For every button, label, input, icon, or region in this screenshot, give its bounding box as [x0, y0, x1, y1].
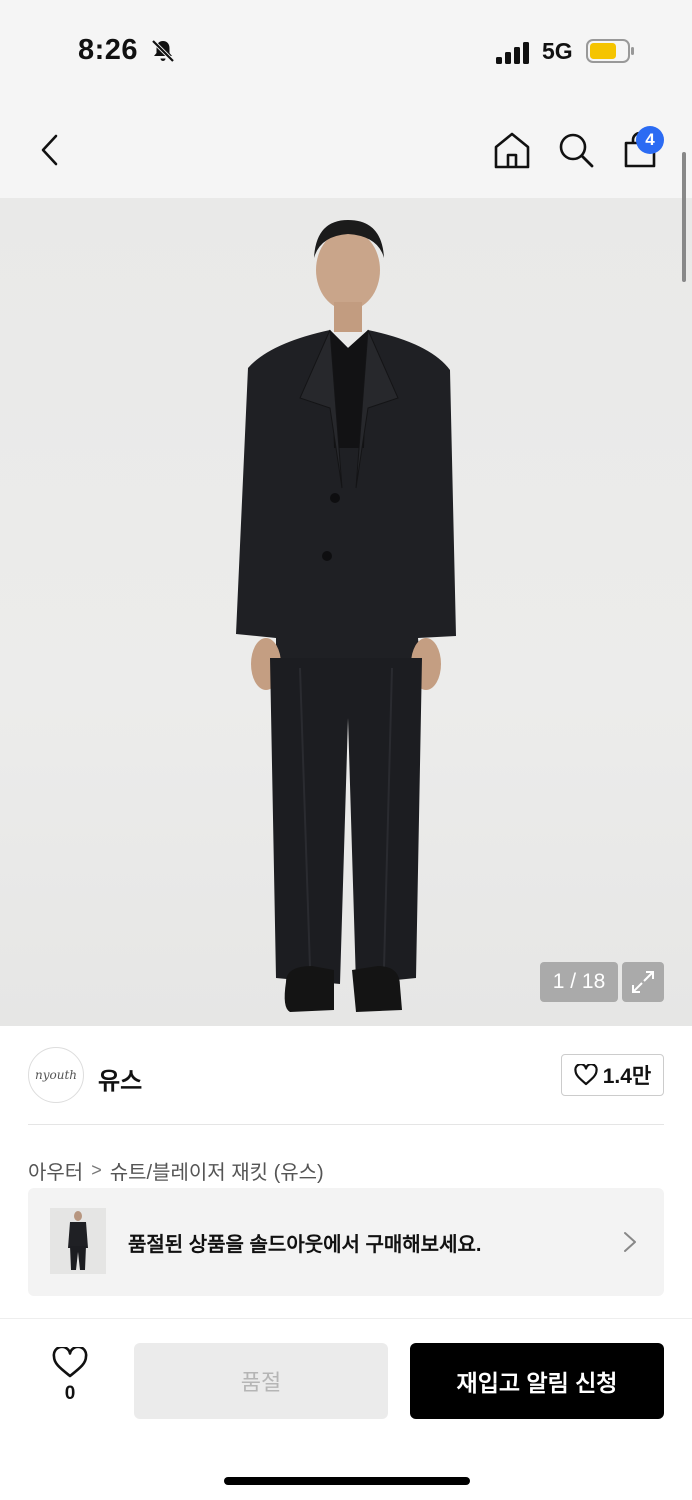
wishlist-count: 0 — [64, 1383, 76, 1404]
expand-icon — [632, 971, 654, 993]
brand-like-button[interactable]: 1.4만 — [561, 1054, 664, 1096]
image-counter: 1 / 18 — [540, 962, 618, 1002]
soldout-banner-text: 품절된 상품을 솔드아웃에서 구매해보세요. — [128, 1234, 482, 1256]
brand-logo-text: nyouth — [34, 1068, 77, 1082]
breadcrumb-category[interactable]: 아우터 — [28, 1156, 83, 1185]
soldout-button: 품절 — [134, 1343, 388, 1419]
expand-image-button[interactable] — [622, 962, 664, 1002]
breadcrumb-subcategory[interactable]: 슈트/블레이저 재킷 (유스) — [110, 1156, 324, 1185]
brand-name[interactable]: 유스 — [98, 1061, 142, 1096]
brand-like-count: 1.4만 — [602, 1065, 652, 1088]
heart-icon — [52, 1347, 88, 1378]
cart-count-badge: 4 — [636, 126, 664, 154]
search-icon — [559, 133, 594, 168]
section-divider — [28, 1124, 664, 1125]
home-button[interactable] — [490, 128, 534, 172]
chevron-right-icon — [624, 1232, 636, 1252]
back-button[interactable] — [28, 128, 72, 172]
network-type: 5G — [542, 38, 573, 64]
brand-row: nyouth 유스 1.4만 — [0, 1026, 692, 1126]
home-indicator — [224, 1477, 470, 1485]
heart-icon — [574, 1064, 598, 1086]
wishlist-button[interactable]: 0 — [38, 1347, 102, 1417]
bottom-action-bar: 0 품절 재입고 알림 신청 — [0, 1318, 692, 1500]
restock-alert-button[interactable]: 재입고 알림 신청 — [410, 1343, 664, 1419]
product-image-carousel[interactable]: 1 / 18 — [0, 198, 692, 1026]
brand-logo[interactable]: nyouth — [28, 1047, 84, 1103]
back-icon — [41, 134, 58, 166]
soldout-thumbnail — [50, 1208, 106, 1274]
scrollbar[interactable] — [682, 152, 686, 282]
top-nav-bar: 4 — [0, 100, 692, 198]
breadcrumb-separator: > — [91, 1160, 102, 1180]
soldout-promo-banner[interactable]: 품절된 상품을 솔드아웃에서 구매해보세요. — [28, 1188, 664, 1296]
home-icon — [494, 132, 530, 169]
product-photo — [236, 220, 456, 1012]
status-time: 8:26 — [78, 34, 139, 66]
breadcrumb: 아우터 > 슈트/블레이저 재킷 (유스) — [28, 1156, 324, 1185]
status-bar: 8:26 5G — [0, 0, 692, 100]
bell-off-icon — [151, 39, 175, 63]
signal-icon — [496, 42, 529, 64]
battery-icon — [586, 39, 634, 63]
search-button[interactable] — [554, 128, 598, 172]
